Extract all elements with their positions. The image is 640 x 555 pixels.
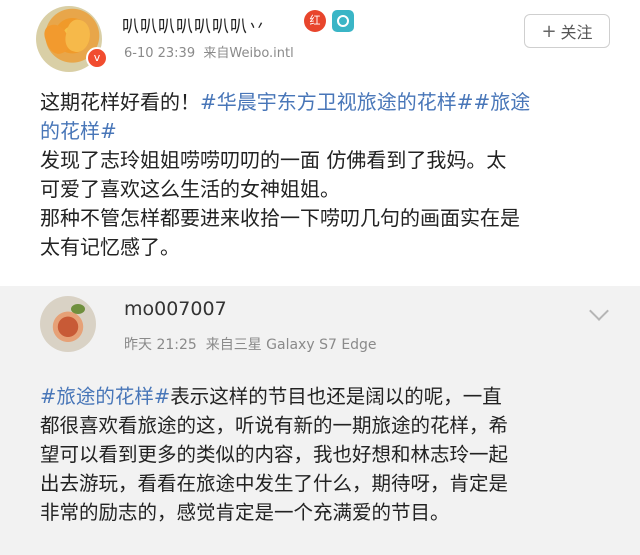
- repost-body: #旅途的花样#表示这样的节目也还是阔以的呢，一直 都很喜欢看旅途的这，听说有新的…: [40, 382, 630, 527]
- repost-meta: 昨天 21:25 来自三星 Galaxy S7 Edge: [124, 334, 377, 354]
- repost-text: 非常的励志的，感觉肯定是一个充满爱的节目。: [40, 501, 450, 524]
- author-username[interactable]: 叭叭叭叭叭叭叭丷: [122, 12, 266, 37]
- post-text: 可爱了喜欢这么生活的女神姐姐。: [40, 177, 340, 201]
- repost-text: 表示这样的节目也还是阔以的呢，一直: [170, 385, 502, 408]
- repost-timestamp: 昨天 21:25: [124, 337, 197, 353]
- hashtag-link[interactable]: #华晨宇东方卫视旅途的花样##旅途: [200, 90, 530, 114]
- post-text: 这期花样好看的！: [40, 90, 200, 114]
- post-text: 太有记忆感了。: [40, 235, 180, 259]
- post-meta: 6-10 23:39 来自Weibo.intl: [124, 42, 294, 61]
- post-text: 那种不管怎样都要进来收拾一下唠叨几句的画面实在是: [40, 206, 520, 230]
- hashtag-link[interactable]: #旅途的花样#: [40, 385, 170, 408]
- plus-icon: +: [541, 20, 557, 42]
- follow-label: 关注: [560, 23, 593, 42]
- follow-button[interactable]: + 关注: [524, 14, 610, 48]
- hashtag-link[interactable]: 的花样#: [40, 119, 117, 143]
- repost-username[interactable]: mo007007: [124, 298, 227, 320]
- vip-badge-icon: v: [86, 47, 108, 69]
- post-timestamp: 6-10 23:39: [124, 46, 196, 61]
- weibo-post: v 叭叭叭叭叭叭叭丷 红 6-10 23:39 来自Weibo.intl + 关…: [0, 0, 640, 555]
- post-source: 来自Weibo.intl: [203, 46, 294, 61]
- post-body: 这期花样好看的！#华晨宇东方卫视旅途的花样##旅途 的花样# 发现了志玲姐姐唠唠…: [40, 88, 620, 262]
- repost-author-avatar[interactable]: [40, 296, 96, 352]
- chevron-down-icon[interactable]: [589, 301, 609, 321]
- repost-text: 出去游玩，看看在旅途中发生了什么，期待呀，肯定是: [40, 472, 509, 495]
- repost-text: 都很喜欢看旅途的这，听说有新的一期旅途的花样，希: [40, 414, 509, 437]
- teal-badge-icon: [332, 10, 354, 32]
- post-text: 发现了志玲姐姐唠唠叨叨的一面 仿佛看到了我妈。太: [40, 148, 507, 172]
- repost-text: 望可以看到更多的类似的内容，我也好想和林志玲一起: [40, 443, 509, 466]
- repost-source: 来自三星 Galaxy S7 Edge: [205, 337, 377, 353]
- repost-card[interactable]: mo007007 昨天 21:25 来自三星 Galaxy S7 Edge #旅…: [0, 286, 640, 555]
- red-badge-icon: 红: [304, 10, 326, 32]
